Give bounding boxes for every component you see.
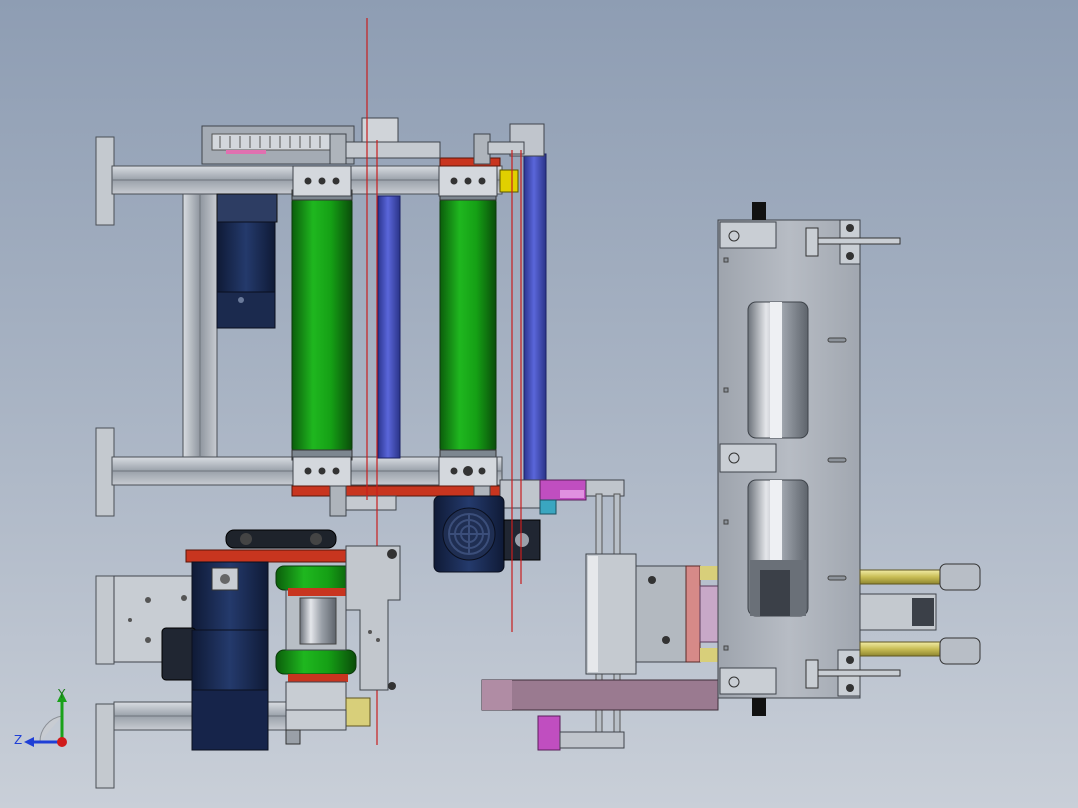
green-roller-right[interactable] [439, 189, 497, 461]
bearing-block-bottom-left[interactable] [292, 456, 352, 488]
upper-motor[interactable] [216, 193, 278, 329]
axis-triad: Y Z [14, 687, 67, 747]
yellow-sensor [499, 169, 519, 193]
left-end-plate-top [95, 136, 115, 226]
blue-roller-left[interactable] [377, 195, 401, 459]
top-bracket-center[interactable] [329, 117, 525, 165]
bearing-block-bottom-right[interactable] [438, 456, 498, 488]
lower-drive-assembly[interactable] [95, 529, 401, 789]
bearing-block-top-left[interactable] [292, 165, 352, 197]
bearing-block-top-right[interactable] [438, 165, 498, 197]
left-end-plate-bottom [95, 427, 115, 517]
green-roller-left[interactable] [291, 189, 353, 461]
z-axis-label: Z [14, 733, 22, 747]
right-frame-plate[interactable] [717, 202, 981, 716]
y-axis-label: Y [57, 687, 66, 701]
red-plate-top [439, 157, 501, 167]
cad-viewport[interactable]: Y Z [0, 0, 1078, 808]
assembly-drawing[interactable]: Y Z [0, 0, 1078, 808]
